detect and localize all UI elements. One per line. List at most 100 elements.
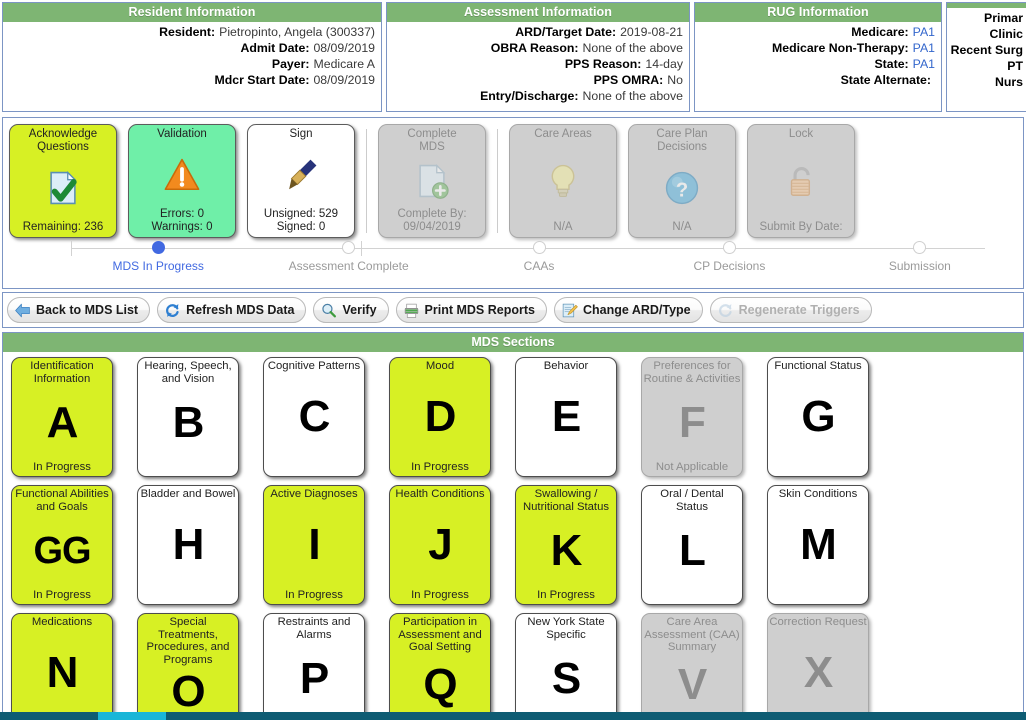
mds-section-title: Special Treatments, Procedures, and Progra… (139, 616, 237, 666)
title-line: Special Treatments, (158, 616, 218, 641)
field-value: PA1 (912, 25, 935, 39)
workflow-separator (497, 129, 498, 233)
field-label: State Alternate: (840, 73, 931, 87)
mds-section-tile-j[interactable]: Health Conditions J In Progress (389, 485, 491, 605)
mds-section-tile-d[interactable]: Mood D In Progress (389, 357, 491, 477)
panel-body-assessment-information: ARD/Target Date: 2019-08-21 OBRA Reason: No… (387, 22, 689, 104)
workflow-tile-icon-slot (12, 154, 114, 221)
title-line: Goal Setting (408, 641, 472, 653)
mds-section-tile-i[interactable]: Active Diagnoses I In Progress (263, 485, 365, 605)
title-line: Decisions (657, 141, 707, 153)
field-row: Admit Date: 08/09/2019 (5, 40, 375, 56)
verify-button[interactable]: Verify (313, 297, 389, 323)
mds-section-title: Cognitive Patterns (268, 360, 360, 373)
mds-section-tile-v: Care AreaAssessment (CAA)SummaryVNot App… (641, 613, 743, 720)
field-value: No (667, 73, 683, 87)
mds-sections-row: MedicationsNIn Progress Special Treatment… (11, 613, 1023, 720)
mds-section-tile-o[interactable]: Special Treatments, Procedures, and Progra… (137, 613, 239, 720)
workflow-separator (366, 129, 367, 233)
footer-line: Unsigned: 529 (263, 208, 339, 220)
back-to-mds-list-button[interactable]: Back to MDS List (7, 297, 151, 323)
mds-section-tile-g[interactable]: Functional Status G (767, 357, 869, 477)
info-panels-row: Resident Information Resident: Pietropinto… (0, 0, 1026, 114)
title-line: Programs (163, 653, 213, 666)
workflow-tile-acknowledge-questions[interactable]: Acknowledge Questions Remaining: 236 (9, 124, 117, 238)
workflow-tile-title: Sign (289, 128, 312, 141)
mds-section-tile-s[interactable]: New York State Specific S (515, 613, 617, 720)
field-label: Admit Date: (240, 41, 310, 55)
mds-section-letter: G (801, 392, 835, 441)
footer-line: Errors: 0 (159, 208, 205, 220)
stepper-dot-icon (913, 241, 927, 254)
mds-section-tile-m[interactable]: Skin Conditions M (767, 485, 869, 605)
field-label: Mdcr Start Date: (214, 73, 310, 87)
mds-section-tile-h[interactable]: Bladder and Bowel H (137, 485, 239, 605)
workflow-tile-footer: Submit By Date: (759, 221, 842, 234)
mds-section-tile-q[interactable]: Participation in Assessment and Goal Setti… (389, 613, 491, 720)
field-value: PA1 (912, 41, 935, 55)
mds-section-tile-k[interactable]: Swallowing / Nutritional Status K In Progre… (515, 485, 617, 605)
mds-section-tile-c[interactable]: Cognitive Patterns C (263, 357, 365, 477)
mds-section-tile-b[interactable]: Hearing, Speech, and Vision B (137, 357, 239, 477)
footer-line: 09/04/2019 (403, 221, 461, 233)
mds-section-title: Skin Conditions (779, 488, 858, 501)
mds-sections-panel: MDS Sections Identification Information A I… (2, 332, 1024, 720)
toolbar-button-label: Back to MDS List (36, 303, 139, 317)
mds-section-title: Preferences for Routine & Activities (644, 360, 741, 385)
print-mds-reports-button[interactable]: Print MDS Reports (395, 297, 547, 323)
mds-section-letter: K (550, 526, 583, 575)
refresh-mds-data-button[interactable]: Refresh MDS Data (157, 297, 307, 323)
field-row: Medicare Non-Therapy: PA1 (697, 40, 935, 56)
workflow-tile-footer: Unsigned: 529 Signed: 0 (264, 208, 338, 234)
stepper-dot-icon (532, 241, 546, 254)
footer-line: N/A (672, 221, 692, 233)
workflow-panel: Acknowledge Questions Remaining: 236 Valida… (2, 117, 1024, 289)
panel-header-resident-information: Resident Information (3, 3, 381, 22)
workflow-tile-icon-slot (512, 141, 614, 221)
title-line: Sign (289, 128, 313, 140)
back-arrow-icon (14, 302, 31, 319)
mds-section-letter: C (298, 392, 331, 441)
mds-section-letter: O (171, 666, 205, 716)
panel-header-assessment-information: Assessment Information (387, 3, 689, 22)
workflow-tile-footer: Errors: 0 Warnings: 0 (152, 208, 213, 234)
workflow-tile-title: Lock (789, 128, 813, 141)
info-panel-rug-information: RUG Information Medicare: PA1 Medicare Non-… (694, 2, 942, 112)
title-line: Preferences for (653, 360, 731, 372)
title-line: Alarms (296, 628, 332, 641)
toolbar-button-label: Refresh MDS Data (186, 303, 295, 317)
mds-section-title: Functional Abilities and Goals (15, 488, 109, 513)
change-ard-type-button[interactable]: Change ARD/Type (553, 297, 703, 323)
title-line: Oral / Dental Status (660, 488, 724, 513)
workflow-tile-icon-slot (131, 141, 233, 208)
mds-section-letter: I (308, 520, 320, 569)
action-toolbar: Back to MDS List Refresh MDS Data Verify Pr… (2, 292, 1024, 328)
pen-icon (282, 156, 320, 194)
workflow-tile-sign[interactable]: Sign Unsigned: 529 Signed: 0 (247, 124, 355, 238)
title-line: Cognitive Patterns (267, 360, 361, 372)
mds-section-tile-l[interactable]: Oral / Dental Status L (641, 485, 743, 605)
workflow-tile-footer: Remaining: 236 (23, 221, 104, 234)
mds-section-tile-p[interactable]: Restraints and Alarms P (263, 613, 365, 720)
mds-section-tile-e[interactable]: Behavior E (515, 357, 617, 477)
workflow-stepper: MDS In Progress Assessment Complete CAAs CP… (63, 239, 1015, 285)
title-line: Active Diagnoses (270, 488, 358, 500)
field-row: Payer: Medicare A (5, 56, 375, 72)
field-label: Nurs (994, 75, 1023, 89)
field-label: Recent Surg (950, 43, 1023, 57)
mds-section-letter: D (424, 392, 457, 441)
field-value: 08/09/2019 (313, 41, 375, 55)
field-value: None of the above (582, 89, 683, 103)
title-line: Specific (546, 628, 586, 641)
footer-line: N/A (553, 221, 573, 233)
mds-section-tile-gg[interactable]: Functional Abilities and Goals GG In Progre… (11, 485, 113, 605)
mds-section-letter: A (46, 398, 79, 447)
mds-section-letter: L (679, 526, 706, 575)
mds-section-status: In Progress (537, 589, 595, 601)
title-line: Lock (788, 128, 814, 140)
workflow-tile-validation[interactable]: Validation Errors: 0 Warnings: 0 (128, 124, 236, 238)
field-value: Medicare A (313, 57, 375, 71)
mds-section-tile-n[interactable]: MedicationsNIn Progress (11, 613, 113, 720)
mds-section-tile-a[interactable]: Identification Information A In Progress (11, 357, 113, 477)
printer-icon (403, 302, 420, 319)
